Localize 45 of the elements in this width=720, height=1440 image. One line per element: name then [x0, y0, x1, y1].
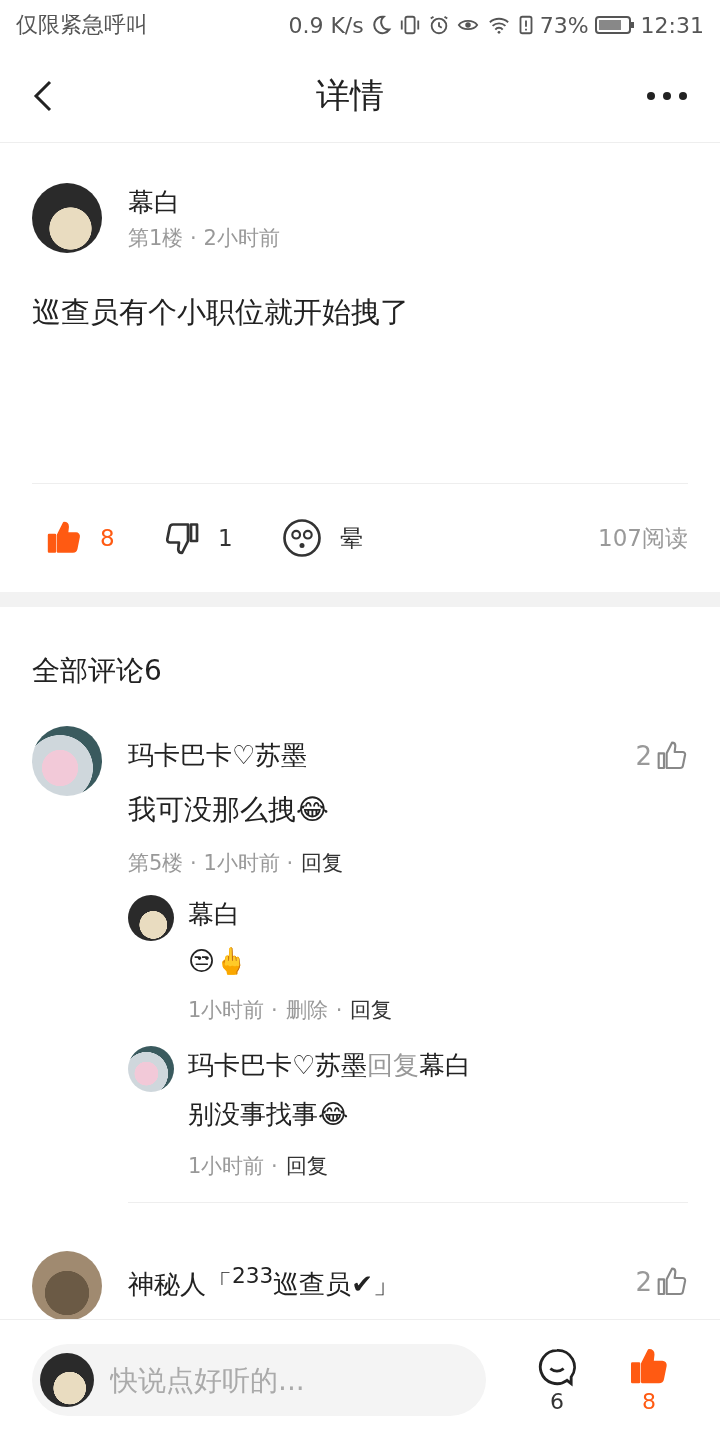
commenter-name[interactable]: 玛卡巴卡♡苏墨 [128, 738, 308, 773]
comment-meta: 第5楼 · 1小时前 · [128, 850, 294, 877]
post-meta: 第1楼 · 2小时前 [128, 224, 280, 252]
page-title: 详情 [316, 74, 384, 117]
reply-link[interactable]: 回复 [350, 996, 393, 1024]
like-count: 8 [642, 1388, 656, 1414]
like-icon[interactable] [46, 520, 82, 556]
author-name[interactable]: 幕白 [128, 184, 280, 220]
avatar [40, 1353, 94, 1407]
read-count: 107阅读 [598, 523, 688, 553]
comment-input-text[interactable]: 快说点好听的... [108, 1362, 478, 1398]
separator-dot: · [335, 998, 343, 1022]
like-count: 8 [100, 525, 115, 551]
comment-icon[interactable] [537, 1346, 577, 1387]
dizzy-face-icon[interactable] [282, 518, 322, 558]
network-speed: 0.9 K/s [288, 12, 364, 38]
like-count: 2 [635, 1267, 652, 1298]
comment-count: 6 [550, 1388, 564, 1414]
like-icon[interactable] [656, 739, 688, 772]
alert-icon [517, 14, 534, 36]
commenter-name[interactable]: 神秘人「$^{233}$巡查员✔」 [128, 1263, 400, 1302]
comment-input[interactable]: 快说点好听的... [32, 1344, 486, 1416]
reply-header: 幕白 [188, 898, 241, 931]
reply-time: 1小时前 · [188, 1153, 278, 1180]
reply-header: 玛卡巴卡♡苏墨回复幕白 [188, 1049, 472, 1082]
reply-text: 别没事找事😂 [188, 1098, 350, 1131]
battery-icon [594, 15, 635, 35]
reaction-label: 晕 [340, 523, 363, 553]
dislike-icon[interactable] [164, 520, 200, 556]
back-icon[interactable] [32, 79, 54, 113]
dislike-count: 1 [218, 525, 233, 551]
status-text: 仅限紧急呼叫 [16, 11, 148, 39]
reply-link[interactable]: 回复 [285, 1152, 328, 1180]
avatar[interactable] [128, 895, 174, 941]
avatar[interactable] [128, 1046, 174, 1092]
reply-text: 😒🖕 [188, 946, 249, 976]
battery-percent: 73% [539, 12, 589, 38]
reply-time: 1小时前 · [188, 997, 278, 1024]
reply-link[interactable]: 回复 [301, 849, 344, 877]
comments-heading: 全部评论6 [32, 653, 163, 689]
like-count: 2 [635, 740, 652, 771]
post-text: 巡查员有个小职位就开始拽了 [32, 294, 410, 331]
comment-text: 我可没那么拽😂 [128, 792, 330, 828]
more-icon[interactable] [646, 91, 688, 101]
clock: 12:31 [640, 12, 704, 38]
